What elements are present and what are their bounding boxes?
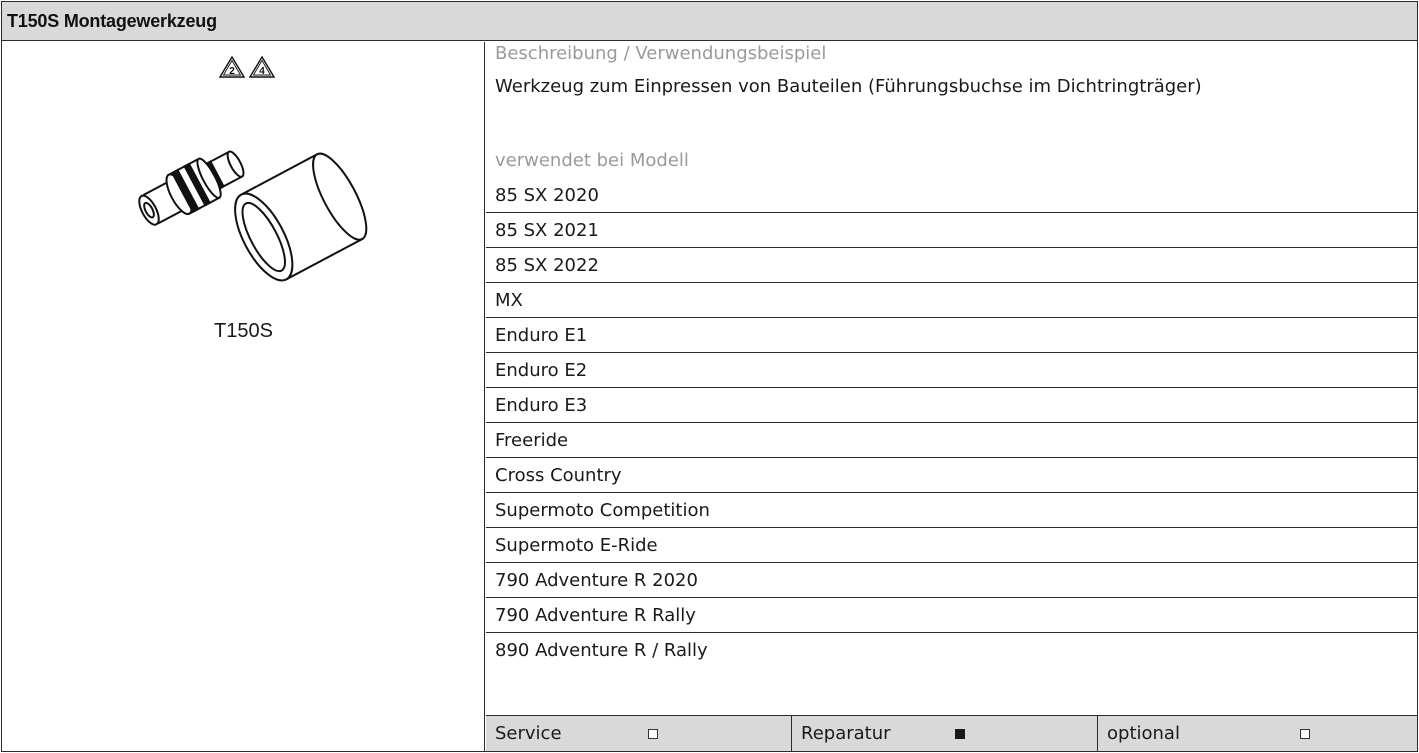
warning-number: 4 [259, 66, 265, 77]
tool-image-panel: 2 4 T150S [2, 42, 485, 751]
optional-status: optional [1098, 716, 1417, 751]
model-item: 85 SX 2022 [486, 248, 1417, 283]
models-label: verwendet bei Modell [495, 150, 689, 171]
press-tool-illustration [138, 150, 368, 282]
model-item: 85 SX 2020 [486, 178, 1417, 213]
model-item: Enduro E3 [486, 388, 1417, 423]
warning-triangle-icon: 4 [249, 56, 275, 78]
card-body: 2 4 T150S Beschreibung / Verwendungsbeis… [2, 42, 1417, 751]
model-item: Supermoto Competition [486, 493, 1417, 528]
model-item: MX [486, 283, 1417, 318]
tool-card: T150S Montagewerkzeug 2 4 T150S Beschrei… [1, 1, 1418, 752]
repair-status: Reparatur [792, 716, 1098, 751]
model-item: Supermoto E-Ride [486, 528, 1417, 563]
warning-icons: 2 4 [219, 56, 275, 78]
model-item: Enduro E2 [486, 353, 1417, 388]
model-item: Cross Country [486, 458, 1417, 493]
optional-label: optional [1107, 723, 1180, 744]
description-text: Werkzeug zum Einpressen von Bauteilen (F… [495, 76, 1202, 97]
warning-triangle-icon: 2 [219, 56, 245, 78]
model-item: 790 Adventure R Rally [486, 598, 1417, 633]
tool-code: T150S [214, 320, 273, 342]
model-item: 85 SX 2021 [486, 213, 1417, 248]
service-checkbox [648, 729, 658, 739]
model-item: 790 Adventure R 2020 [486, 563, 1417, 598]
tool-info-panel: Beschreibung / Verwendungsbeispiel Werkz… [486, 42, 1417, 751]
tool-title: T150S Montagewerkzeug [7, 10, 217, 31]
optional-checkbox [1300, 729, 1310, 739]
model-item: Enduro E1 [486, 318, 1417, 353]
repair-label: Reparatur [801, 723, 891, 744]
model-item: Freeride [486, 423, 1417, 458]
model-item: 890 Adventure R / Rally [495, 640, 708, 661]
service-status: Service [486, 716, 792, 751]
repair-checkbox [955, 729, 965, 739]
service-label: Service [495, 723, 562, 744]
warning-number: 2 [229, 66, 235, 77]
spacer-row [486, 104, 1417, 143]
description-label: Beschreibung / Verwendungsbeispiel [495, 43, 827, 64]
card-header: T150S Montagewerkzeug [2, 2, 1417, 41]
status-bar: Service Reparatur optional [486, 715, 1417, 751]
